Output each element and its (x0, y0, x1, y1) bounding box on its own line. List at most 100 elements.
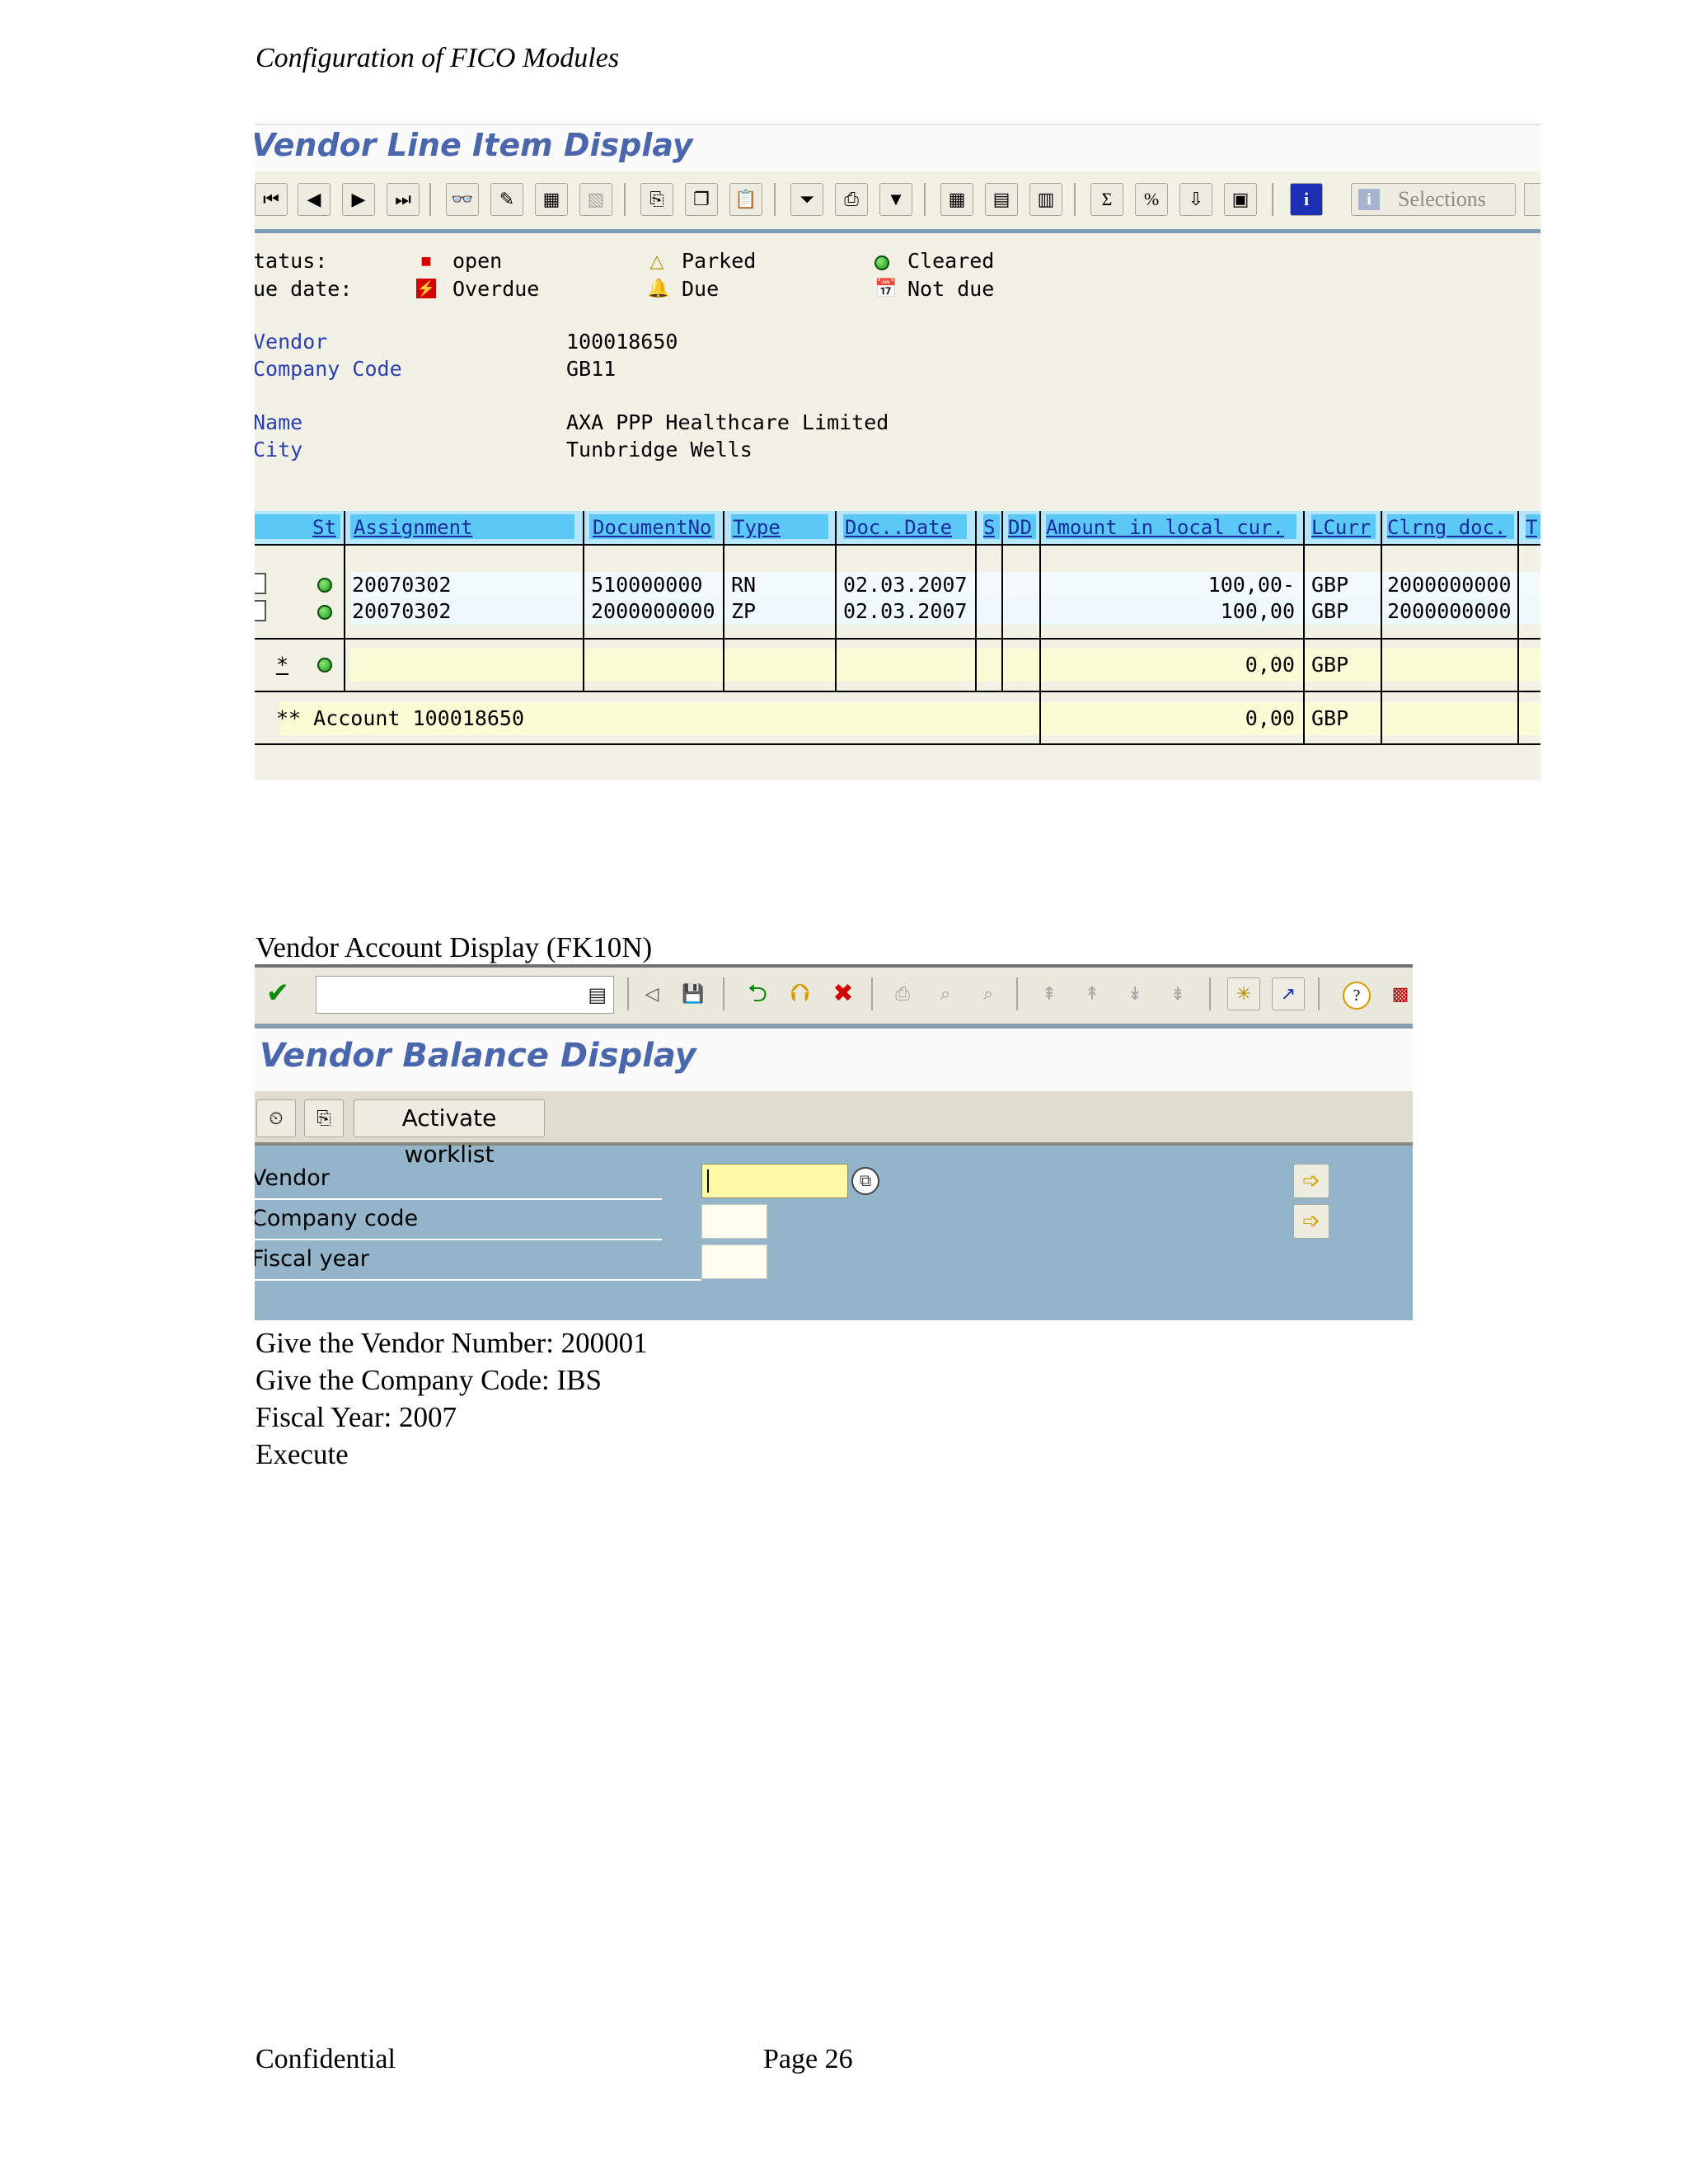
last-page-icon[interactable]: ⏭ (387, 183, 420, 216)
toolbar-separator (774, 183, 776, 216)
selections-button[interactable]: i Selections (1351, 183, 1516, 216)
status-legend-label: tatus: (255, 249, 328, 273)
column-header-clrng-doc[interactable]: Clrng doc. (1387, 511, 1519, 544)
name-label: Name (255, 410, 303, 434)
vendor-label: Vendor (255, 330, 328, 354)
cell-type: RN (731, 573, 757, 597)
match-code-icon[interactable]: ⧉ (851, 1167, 879, 1195)
find-next-icon[interactable]: ⌕ (972, 977, 1005, 1010)
row-select-checkbox[interactable] (255, 600, 266, 621)
toolbar-border (255, 229, 1540, 233)
history-icon[interactable]: ▤ (588, 983, 607, 1007)
parked-icon: △ (649, 251, 664, 271)
not-due-icon: 📅 (874, 278, 898, 298)
grid-header: St Assignment DocumentNo Type Doc..Date … (255, 511, 1540, 544)
grid-icon[interactable]: ▦ (940, 183, 973, 216)
copy-icon[interactable]: ⎘ (304, 1099, 344, 1137)
select-all-icon[interactable]: ▦ (535, 183, 568, 216)
enter-check-icon[interactable]: ✔ (261, 977, 294, 1010)
column-header-doc-date[interactable]: Doc..Date (845, 511, 952, 544)
document-icon[interactable]: ⎘ (640, 183, 673, 216)
fiscal-year-input[interactable] (701, 1244, 767, 1279)
screen-title: Vendor Line Item Display (255, 127, 693, 163)
sum-icon[interactable]: Σ (1090, 183, 1123, 216)
next-page-icon[interactable]: ▶ (342, 183, 375, 216)
print-icon[interactable]: ⎙ (835, 183, 868, 216)
application-toolbar: ⏲ ⎘ Activate worklist (255, 1091, 1413, 1168)
last-page-icon[interactable]: ⇟ (1161, 977, 1194, 1010)
previous-page-icon[interactable]: ◀ (298, 183, 331, 216)
title-area: Vendor Line Item Display (255, 125, 1540, 171)
column-header-assignment[interactable]: Assignment (354, 511, 473, 544)
grid-line (255, 638, 1540, 640)
layout-icon[interactable]: ▤ (985, 183, 1018, 216)
toolbar-separator (871, 977, 873, 1010)
info-icon[interactable]: i (1290, 183, 1323, 216)
column-header-t[interactable]: T (1526, 511, 1537, 544)
cell-assignment: 20070302 (352, 573, 452, 597)
previous-page-icon[interactable]: ↟ (1076, 977, 1109, 1010)
company-code-label: Company Code (255, 357, 402, 381)
cancel-icon[interactable]: ✖ (827, 977, 860, 1010)
column-header-lcurr[interactable]: LCurr (1311, 511, 1371, 544)
column-header-type[interactable]: Type (733, 511, 781, 544)
subtotal-icon[interactable]: % (1135, 183, 1168, 216)
execute-icon[interactable]: ⏲ (256, 1099, 296, 1137)
back-icon[interactable]: ⮌ (741, 977, 774, 1010)
cleared-status-icon (317, 578, 332, 593)
filter-icon[interactable]: ⏷ (790, 183, 823, 216)
company-code-input[interactable] (701, 1204, 767, 1239)
graphic-icon[interactable]: ▣ (1224, 183, 1257, 216)
first-page-icon[interactable]: ⏮ (255, 183, 288, 216)
change-layout-icon[interactable]: ▥ (1029, 183, 1062, 216)
cell-document-no[interactable]: 510000000 (591, 572, 702, 598)
create-session-icon[interactable]: ✳ (1227, 977, 1260, 1010)
pencil-icon[interactable]: ✎ (490, 183, 523, 216)
vendor-input[interactable] (701, 1164, 848, 1198)
save-icon[interactable]: 💾 (677, 977, 710, 1010)
toolbar-separator (1209, 977, 1211, 1010)
toolbar-separator (429, 183, 431, 216)
subtotal-background (350, 649, 1540, 682)
due-bell-icon: 🔔 (647, 278, 670, 298)
cell-lcurr: GBP (1311, 573, 1349, 597)
grid-line (975, 511, 977, 691)
grid-line (583, 511, 584, 691)
deselect-icon[interactable]: ▧ (579, 183, 612, 216)
toolbar-separator (627, 977, 629, 1010)
layout-menu-icon[interactable]: ▩ (1384, 977, 1413, 1010)
exit-icon[interactable]: ⮉ (784, 977, 817, 1010)
help-icon[interactable]: ? (1343, 982, 1371, 1010)
set-filter-icon[interactable]: ▼ (879, 183, 912, 216)
activate-worklist-button[interactable]: Activate worklist (354, 1099, 545, 1168)
row-select-checkbox[interactable] (255, 573, 266, 594)
back-triangle-icon[interactable]: ◁ (635, 977, 668, 1010)
column-header-document-no[interactable]: DocumentNo (593, 511, 712, 544)
copy-icon[interactable]: ❐ (685, 183, 718, 216)
glasses-icon[interactable]: 👓 (446, 183, 479, 216)
multiple-selection-arrow-icon[interactable]: ➩ (1293, 1204, 1329, 1239)
column-header-amount[interactable]: Amount in local cur. (1046, 511, 1301, 544)
multiple-selection-arrow-icon[interactable]: ➩ (1293, 1164, 1329, 1198)
export-icon[interactable]: ⇩ (1179, 183, 1212, 216)
shortcut-icon[interactable]: ↗ (1272, 977, 1305, 1010)
find-icon[interactable]: ⌕ (929, 977, 962, 1010)
cell-document-no[interactable]: 2000000000 (591, 598, 715, 625)
application-toolbar: ⏮ ◀ ▶ ⏭ 👓 ✎ ▦ ▧ ⎘ ❐ 📋 ⏷ ⎙ ▼ ▦ ▤ ▥ Σ % ⇩ … (255, 171, 1540, 223)
print-icon[interactable]: ⎙ (886, 977, 919, 1010)
instruction-execute: Execute (256, 1438, 349, 1470)
clipboard-icon[interactable]: 📋 (729, 183, 762, 216)
cell-type: ZP (731, 599, 757, 623)
grid-line (1303, 511, 1305, 743)
column-header-dd[interactable]: DD (1008, 511, 1032, 544)
first-page-icon[interactable]: ⇞ (1033, 977, 1066, 1010)
next-page-icon[interactable]: ↡ (1118, 977, 1151, 1010)
column-header-s[interactable]: S (983, 511, 995, 544)
toolbar-button[interactable] (1524, 183, 1540, 216)
legend-open: open (452, 249, 503, 273)
vendor-value: 100018650 (566, 330, 678, 354)
subtotal-amount: 0,00 (1245, 653, 1295, 677)
vendor-balance-screenshot: ✔ ▤ ◁ 💾 ⮌ ⮉ ✖ ⎙ ⌕ ⌕ ⇞ ↟ ↡ ⇟ ✳ ↗ ? ▩ Vend… (255, 964, 1413, 1320)
column-header-status[interactable]: St (312, 511, 336, 544)
command-field[interactable]: ▤ (316, 976, 614, 1014)
